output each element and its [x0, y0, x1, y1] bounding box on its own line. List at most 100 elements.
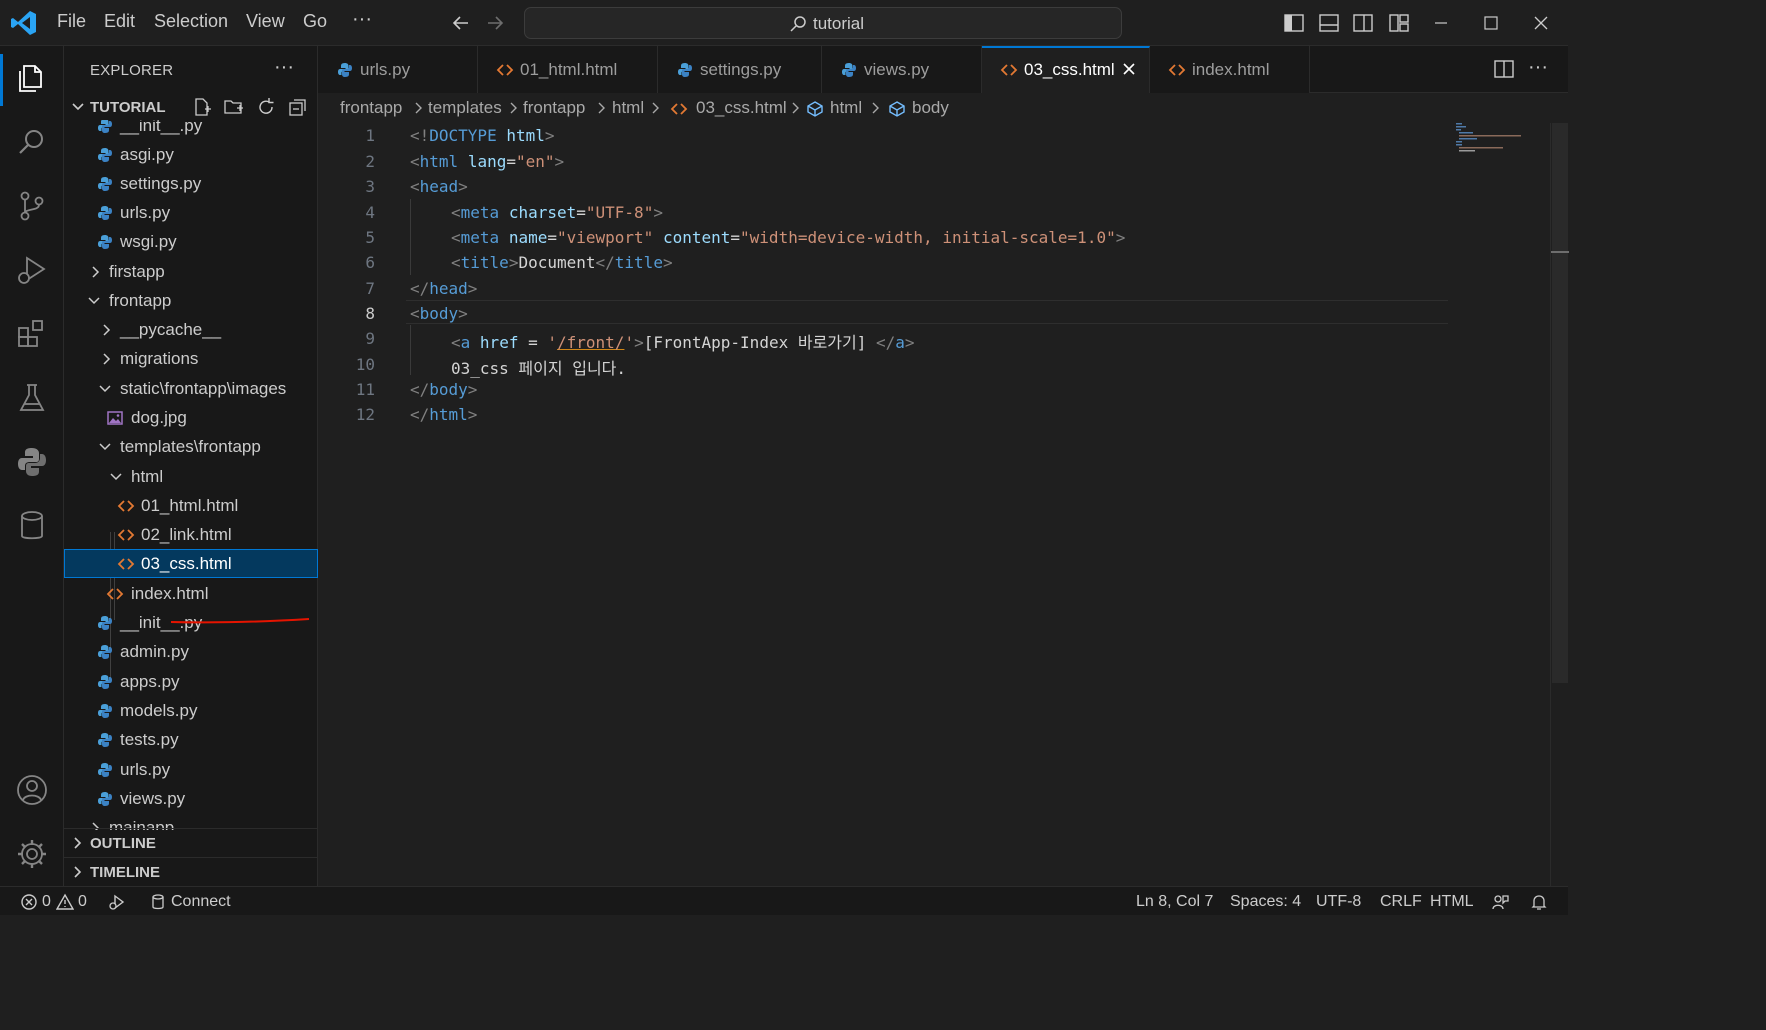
breadcrumb-item[interactable]: html [830, 98, 862, 118]
workspace-section-header[interactable]: TUTORIAL [64, 94, 318, 120]
indentation[interactable]: Spaces: 4 [1230, 893, 1301, 911]
tree-file-views-py[interactable]: views.py [64, 784, 318, 813]
menu-more[interactable]: ··· [352, 8, 372, 31]
python-icon[interactable] [14, 444, 50, 480]
tree-file-02-link-html[interactable]: 02_link.html [64, 520, 318, 549]
html-file-icon [117, 558, 135, 570]
minimize-icon[interactable] [1430, 12, 1452, 34]
explorer-files-icon[interactable] [14, 60, 50, 96]
end-of-line[interactable]: CRLF [1380, 893, 1422, 911]
connect-button[interactable]: Connect [171, 893, 231, 911]
tab-urls-py[interactable]: urls.py [318, 46, 478, 93]
collapse-all-icon[interactable] [288, 97, 308, 117]
file-encoding[interactable]: UTF-8 [1316, 893, 1361, 911]
error-icon[interactable] [20, 893, 38, 911]
timeline-section-header[interactable]: TIMELINE [64, 857, 318, 886]
close-tab-icon[interactable] [1121, 61, 1137, 77]
close-window-icon[interactable] [1530, 12, 1552, 34]
forward-arrow-icon[interactable] [484, 12, 506, 34]
tree-folder-migrations[interactable]: migrations [64, 344, 318, 373]
tree-file-dog-jpg[interactable]: dog.jpg [64, 403, 318, 432]
refresh-icon[interactable] [256, 97, 276, 117]
tree-file-frontapp-urls-py[interactable]: urls.py [64, 755, 318, 784]
breadcrumb-item[interactable]: html [612, 98, 644, 118]
html-file-icon [1168, 64, 1186, 76]
menu-edit[interactable]: Edit [104, 11, 135, 32]
settings-gear-icon[interactable] [14, 836, 50, 872]
accounts-icon[interactable] [14, 772, 50, 808]
tree-folder-html[interactable]: html [64, 462, 318, 491]
breadcrumb-item[interactable]: body [912, 98, 949, 118]
search-icon[interactable] [14, 124, 50, 160]
tree-file-settings-py[interactable]: settings.py [64, 169, 318, 198]
scrollbar-thumb[interactable] [1552, 123, 1568, 683]
debug-run-icon[interactable] [108, 893, 126, 911]
breadcrumb-item[interactable]: frontapp [523, 98, 585, 118]
tree-label: frontapp [109, 291, 172, 310]
language-mode[interactable]: HTML [1430, 893, 1474, 911]
warning-icon[interactable] [56, 893, 74, 911]
python-file-icon [98, 763, 112, 777]
tab-settings-py[interactable]: settings.py [658, 46, 822, 93]
tab-01-html[interactable]: 01_html.html [478, 46, 658, 93]
tree-file-admin-py[interactable]: admin.py [64, 637, 318, 666]
split-editor-icon[interactable] [1493, 58, 1515, 80]
vertical-scrollbar[interactable] [1550, 123, 1569, 886]
tree-file-tests-py[interactable]: tests.py [64, 725, 318, 754]
maximize-icon[interactable] [1480, 12, 1502, 34]
code-editor[interactable]: 1 2 3 4 5 6 7 8 9 10 11 12 <!DOCTYPE htm… [318, 123, 1569, 886]
database-icon[interactable] [149, 893, 167, 911]
tree-file-index-html[interactable]: index.html [64, 579, 318, 608]
toggle-secondary-sidebar-icon[interactable] [1352, 12, 1374, 34]
tree-folder-static-images[interactable]: static\frontapp\images [64, 374, 318, 403]
toggle-panel-icon[interactable] [1318, 12, 1340, 34]
tab-views-py[interactable]: views.py [822, 46, 982, 93]
database-icon[interactable] [14, 508, 50, 544]
tree-file-urls-py[interactable]: urls.py [64, 198, 318, 227]
tree-folder-frontapp[interactable]: frontapp [64, 286, 318, 315]
tree-label: admin.py [120, 642, 189, 661]
tree-file-models-py[interactable]: models.py [64, 696, 318, 725]
menu-view[interactable]: View [246, 11, 285, 32]
minimap[interactable] [1456, 123, 1546, 153]
menu-go[interactable]: Go [303, 11, 327, 32]
tree-file-wsgi-py[interactable]: wsgi.py [64, 227, 318, 256]
new-folder-icon[interactable] [224, 97, 244, 117]
testing-flask-icon[interactable] [14, 380, 50, 416]
new-file-icon[interactable] [192, 97, 212, 117]
activity-bar [0, 46, 64, 886]
tree-file-asgi-py[interactable]: asgi.py [64, 140, 318, 169]
breadcrumb-item[interactable]: templates [428, 98, 502, 118]
tree-label: asgi.py [120, 145, 174, 164]
warning-count[interactable]: 0 [78, 893, 87, 911]
tree-file-03-css-html[interactable]: 03_css.html [64, 549, 318, 578]
tree-label: __init__.py [120, 120, 203, 135]
tab-index-html[interactable]: index.html [1150, 46, 1310, 93]
breadcrumb-item[interactable]: 03_css.html [696, 98, 787, 118]
menu-selection[interactable]: Selection [154, 11, 228, 32]
command-center-search[interactable]: tutorial [524, 7, 1122, 39]
tree-file-01-html[interactable]: 01_html.html [64, 491, 318, 520]
cursor-position[interactable]: Ln 8, Col 7 [1136, 893, 1213, 911]
source-control-icon[interactable] [14, 188, 50, 224]
tree-file-init-py[interactable]: __init__.py [64, 120, 318, 140]
tree-folder-templates-frontapp[interactable]: templates\frontapp [64, 432, 318, 461]
outline-section-header[interactable]: OUTLINE [64, 828, 318, 857]
tree-folder-pycache[interactable]: __pycache__ [64, 315, 318, 344]
back-arrow-icon[interactable] [450, 12, 472, 34]
menu-file[interactable]: File [57, 11, 86, 32]
tree-label: urls.py [120, 760, 171, 779]
editor-more-actions[interactable]: ··· [1528, 56, 1548, 79]
tree-file-apps-py[interactable]: apps.py [64, 667, 318, 696]
breadcrumb-item[interactable]: frontapp [340, 98, 402, 118]
run-and-debug-icon[interactable] [14, 252, 50, 288]
tree-folder-firstapp[interactable]: firstapp [64, 257, 318, 286]
feedback-icon[interactable] [1491, 893, 1509, 911]
toggle-primary-sidebar-icon[interactable] [1283, 12, 1305, 34]
customize-layout-icon[interactable] [1388, 12, 1410, 34]
error-count[interactable]: 0 [42, 893, 51, 911]
notifications-bell-icon[interactable] [1530, 893, 1548, 911]
tab-03-css-html[interactable]: 03_css.html [982, 46, 1150, 94]
sidebar-more-actions[interactable]: ··· [274, 56, 294, 79]
extensions-icon[interactable] [14, 316, 50, 352]
